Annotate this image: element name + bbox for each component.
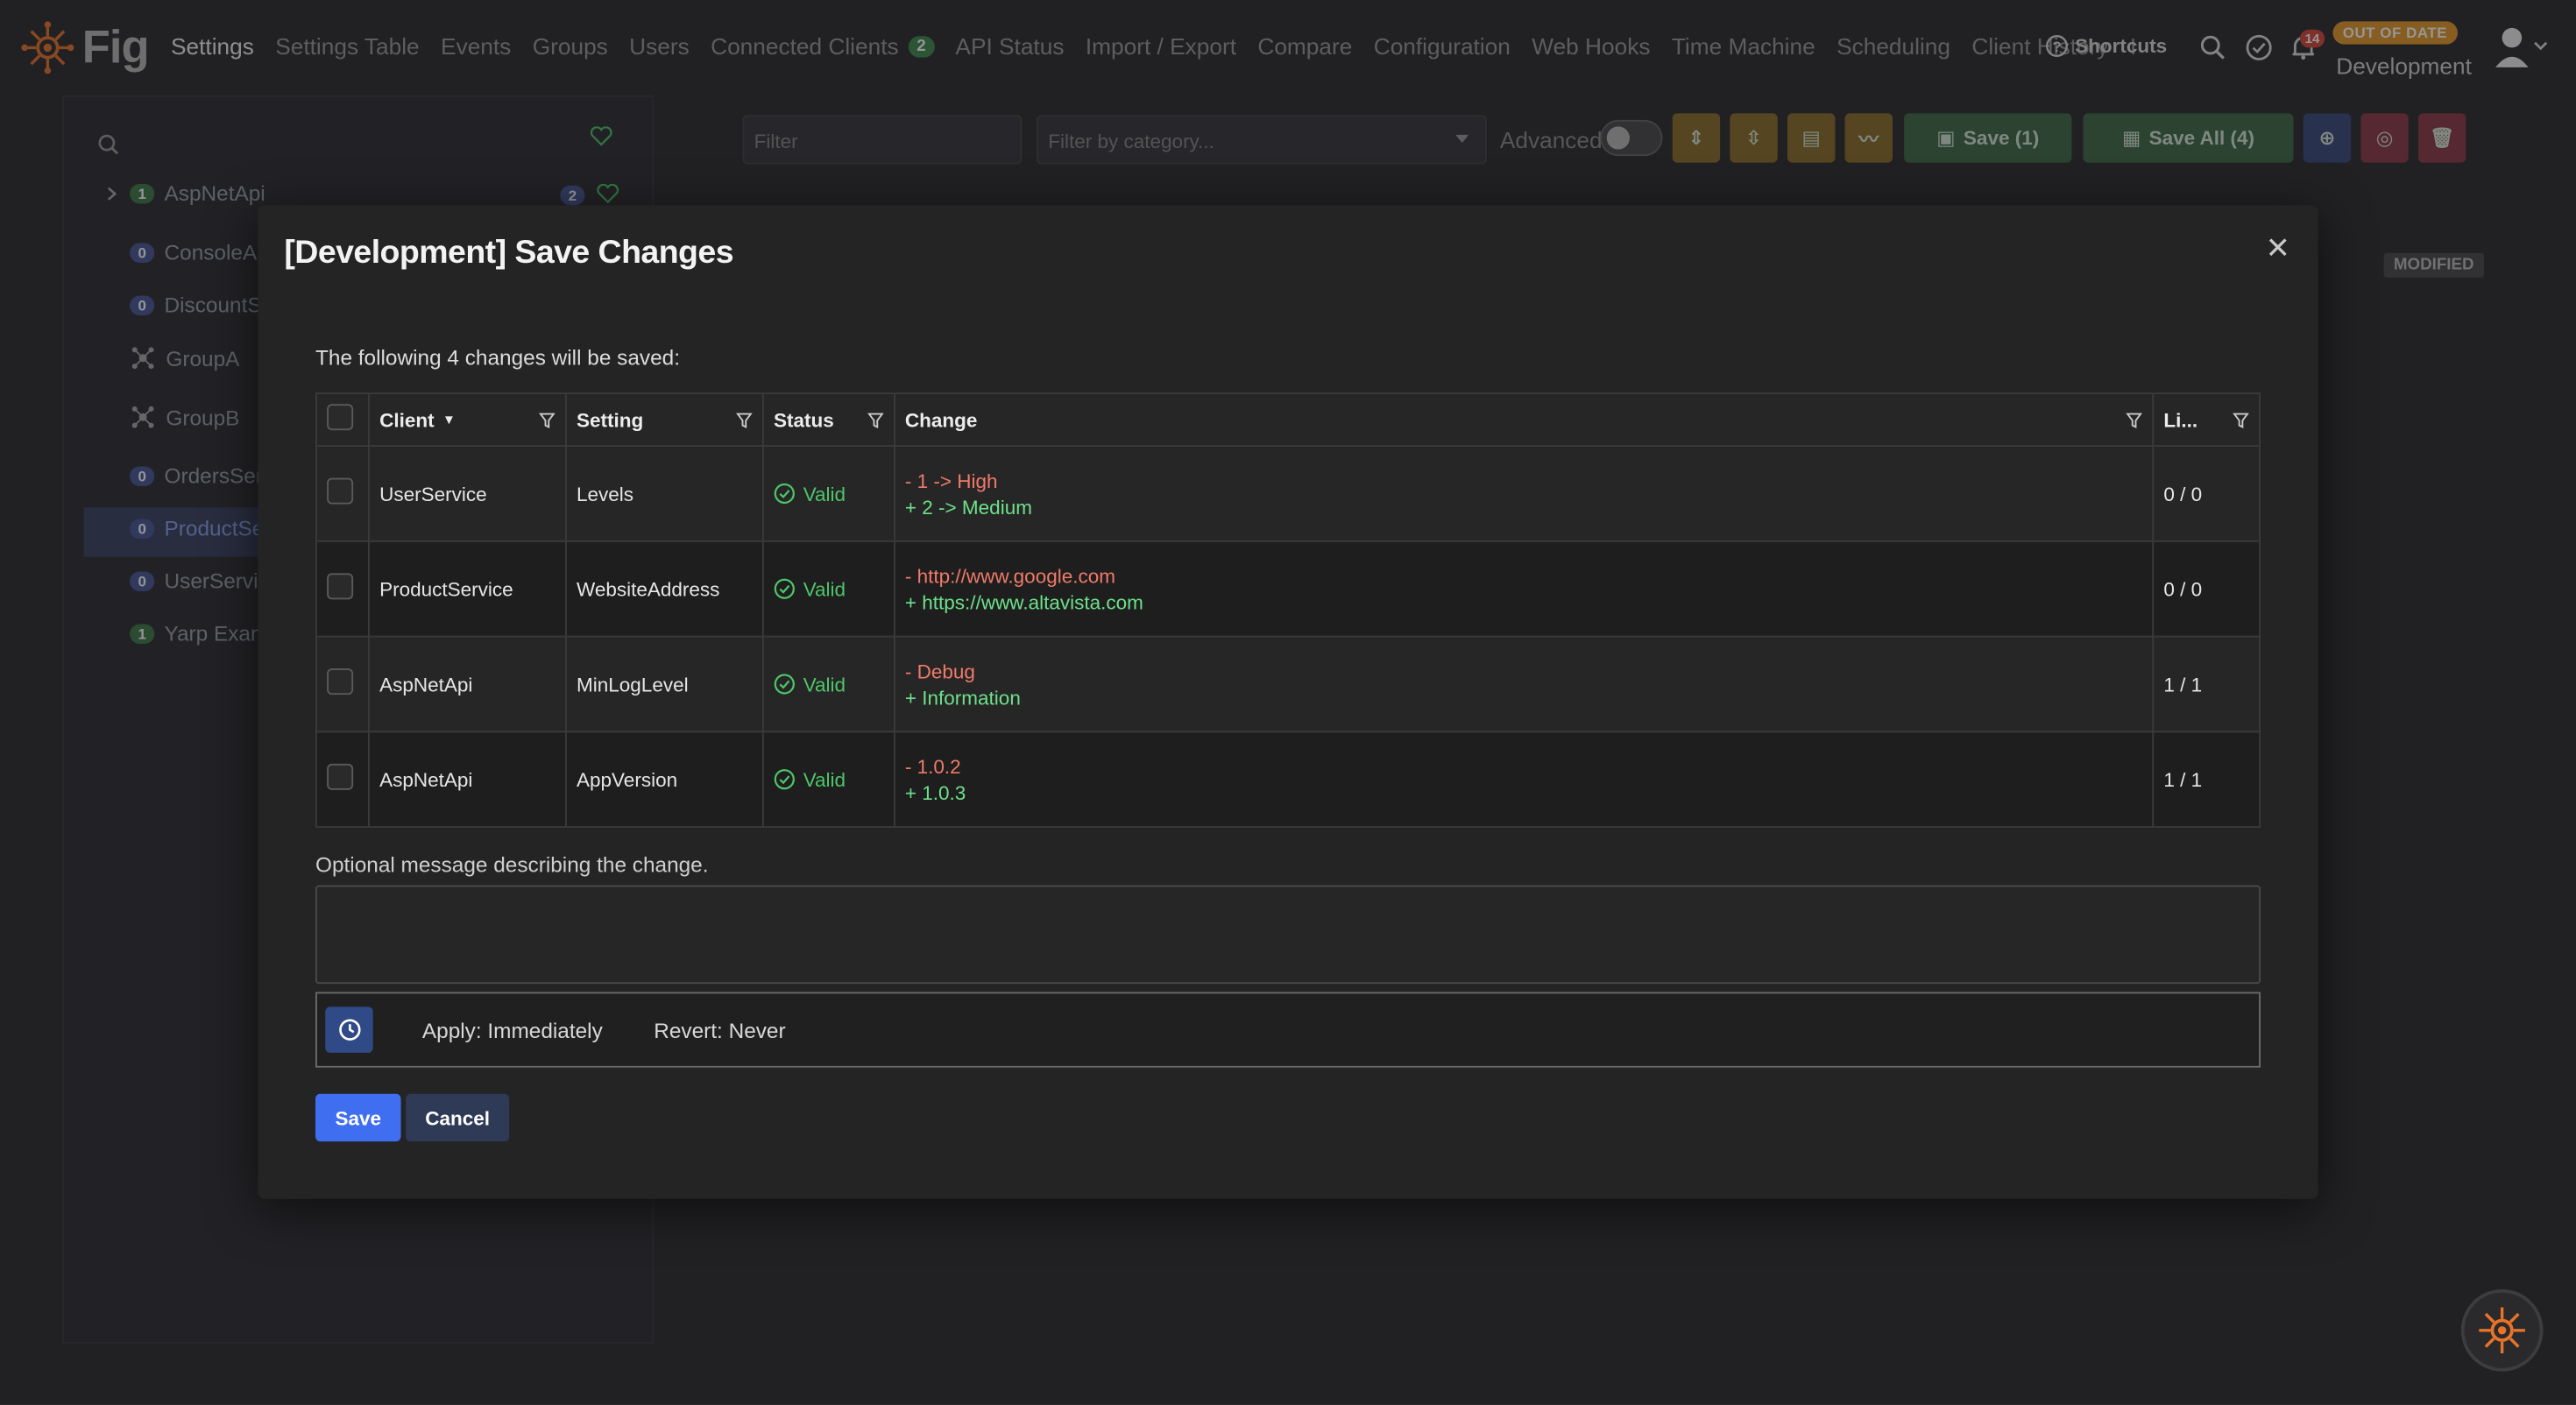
check-circle-icon: [774, 674, 795, 695]
change-new-value: + 2 -> Medium: [904, 495, 1032, 519]
lines-cell: 0 / 0: [2153, 540, 2261, 638]
dialog-save-button[interactable]: Save: [315, 1093, 401, 1142]
column-label: Li...: [2163, 407, 2198, 432]
schedule-bar: Apply: Immediately Revert: Never: [315, 992, 2261, 1068]
column-label: Change: [904, 407, 978, 432]
app-root: Fig Settings Settings Table Events Group…: [0, 0, 2576, 1405]
change-cell: - http://www.google.com + https://www.alt…: [894, 540, 2155, 638]
filter-icon[interactable]: [2233, 412, 2249, 428]
client-cell: AspNetApi: [368, 636, 567, 733]
column-label: Client: [379, 407, 435, 432]
clock-icon: [338, 1019, 360, 1041]
change-cell: - 1.0.2 + 1.0.3: [894, 731, 2155, 828]
status-cell: Valid: [762, 636, 895, 733]
change-new-value: + https://www.altavista.com: [904, 590, 1143, 614]
apply-schedule-label: Apply: Immediately: [421, 1018, 603, 1043]
row-select-cell: [315, 636, 370, 733]
table-row[interactable]: AspNetApi AppVersion Valid - 1.0.2 + 1.0.…: [315, 731, 2261, 828]
dialog-subtitle: The following 4 changes will be saved:: [315, 344, 680, 370]
table-row[interactable]: ProductService WebsiteAddress Valid - ht…: [315, 540, 2261, 638]
revert-schedule-label: Revert: Never: [654, 1018, 786, 1043]
column-header-lines[interactable]: Li...: [2153, 393, 2261, 447]
status-label: Valid: [803, 482, 846, 505]
change-old-value: - 1 -> High: [904, 469, 998, 492]
column-label: Setting: [577, 407, 644, 432]
row-checkbox[interactable]: [327, 477, 354, 505]
filter-icon[interactable]: [2126, 412, 2142, 428]
client-cell: AspNetApi: [368, 731, 567, 828]
filter-icon[interactable]: [867, 412, 884, 428]
change-old-value: - 1.0.2: [904, 754, 961, 778]
row-select-cell: [315, 540, 370, 638]
changes-table: Client ▼ Setting Status Change Li... User…: [315, 392, 2261, 828]
lines-cell: 0 / 0: [2153, 446, 2261, 542]
client-cell: ProductService: [368, 540, 567, 638]
fig-assistant-button[interactable]: [2460, 1289, 2544, 1372]
close-icon[interactable]: ✕: [2266, 231, 2290, 265]
setting-cell: WebsiteAddress: [565, 540, 764, 638]
row-checkbox[interactable]: [327, 668, 354, 695]
column-header-setting[interactable]: Setting: [565, 393, 764, 447]
table-header-row: Client ▼ Setting Status Change Li...: [315, 393, 2261, 447]
filter-icon[interactable]: [538, 412, 556, 428]
check-circle-icon: [774, 483, 795, 505]
column-label: Status: [773, 407, 834, 432]
status-label: Valid: [803, 672, 846, 696]
change-message-label: Optional message describing the change.: [315, 852, 709, 878]
lines-cell: 1 / 1: [2153, 731, 2261, 828]
select-all-cell: [315, 393, 370, 447]
status-valid: Valid: [774, 577, 884, 600]
select-all-checkbox[interactable]: [327, 404, 354, 431]
status-cell: Valid: [762, 731, 895, 828]
fig-logo-icon: [2479, 1307, 2525, 1353]
table-row[interactable]: AspNetApi MinLogLevel Valid - Debug + Inf…: [315, 636, 2261, 733]
row-checkbox[interactable]: [327, 573, 354, 600]
change-new-value: + Information: [904, 685, 1021, 710]
setting-cell: AppVersion: [565, 731, 764, 828]
status-valid: Valid: [774, 673, 884, 695]
lines-cell: 1 / 1: [2153, 636, 2261, 733]
change-message-field: [315, 885, 2261, 985]
row-select-cell: [315, 731, 370, 828]
dialog-cancel-button[interactable]: Cancel: [406, 1093, 510, 1142]
save-changes-dialog: [Development] Save Changes ✕ The followi…: [258, 205, 2318, 1199]
change-old-value: - Debug: [904, 659, 975, 683]
status-cell: Valid: [762, 540, 895, 638]
check-circle-icon: [774, 578, 795, 599]
change-cell: - Debug + Information: [894, 636, 2155, 733]
row-checkbox[interactable]: [327, 763, 354, 790]
change-new-value: + 1.0.3: [904, 780, 966, 804]
filter-icon[interactable]: [735, 412, 753, 428]
change-message-textarea[interactable]: [316, 886, 2260, 983]
column-header-change[interactable]: Change: [894, 393, 2155, 447]
row-select-cell: [315, 446, 370, 542]
status-valid: Valid: [774, 768, 884, 791]
status-valid: Valid: [774, 482, 884, 505]
schedule-button[interactable]: [325, 1006, 373, 1053]
column-header-status[interactable]: Status: [762, 393, 895, 447]
status-label: Valid: [803, 577, 846, 601]
sort-desc-icon: ▼: [442, 412, 456, 427]
client-cell: UserService: [368, 446, 567, 542]
change-old-value: - http://www.google.com: [904, 564, 1116, 588]
table-row[interactable]: UserService Levels Valid - 1 -> High + 2 …: [315, 446, 2261, 542]
setting-cell: Levels: [565, 446, 764, 542]
status-cell: Valid: [762, 446, 895, 542]
column-header-client[interactable]: Client ▼: [368, 393, 567, 447]
change-cell: - 1 -> High + 2 -> Medium: [894, 446, 2155, 542]
dialog-title: [Development] Save Changes: [284, 235, 734, 272]
check-circle-icon: [774, 769, 795, 790]
status-label: Valid: [803, 767, 846, 791]
setting-cell: MinLogLevel: [565, 636, 764, 733]
